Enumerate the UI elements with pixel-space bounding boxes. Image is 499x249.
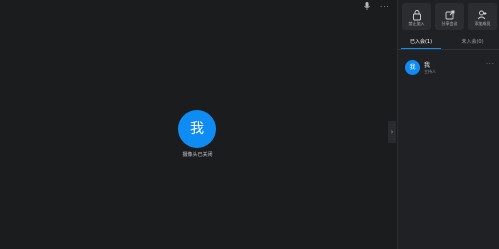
lock-icon	[402, 6, 431, 21]
tab-joined[interactable]: 已入会(1)	[401, 37, 441, 49]
camera-status-text: 摄像头已关闭	[182, 152, 213, 158]
self-avatar: 我	[178, 110, 216, 148]
list-item[interactable]: 我 我 主持人 ···	[405, 59, 497, 77]
panel-actions: 禁止加入 分享会议 添加成员	[398, 3, 499, 31]
tab-not-joined[interactable]: 未入会(0)	[450, 37, 495, 47]
avatar: 我	[405, 60, 420, 75]
add-member-label: 添加成员	[474, 21, 491, 26]
lock-meeting-button[interactable]: 禁止加入	[402, 3, 431, 30]
participant-tabs: 已入会(1) 未入会(0)	[398, 37, 499, 50]
video-area: ··· 我 摄像头已关闭	[0, 0, 390, 249]
member-role: 主持人	[424, 69, 436, 74]
microphone-icon[interactable]	[364, 2, 370, 13]
collapse-panel-button[interactable]: ›	[388, 121, 396, 143]
lock-meeting-label: 禁止加入	[408, 21, 425, 26]
share-icon	[435, 6, 464, 20]
member-more-button[interactable]: ···	[486, 61, 495, 68]
share-meeting-button[interactable]: 分享会议	[435, 3, 464, 30]
add-user-icon	[468, 6, 497, 20]
member-name: 我	[424, 62, 431, 69]
more-options-button[interactable]: ···	[380, 2, 390, 12]
participants-panel: 禁止加入 分享会议 添加成员 已入会(1) 未入会(0) 我 我 主持人 ···	[397, 0, 499, 249]
share-meeting-label: 分享会议	[441, 21, 458, 26]
add-member-button[interactable]: 添加成员	[468, 3, 497, 30]
